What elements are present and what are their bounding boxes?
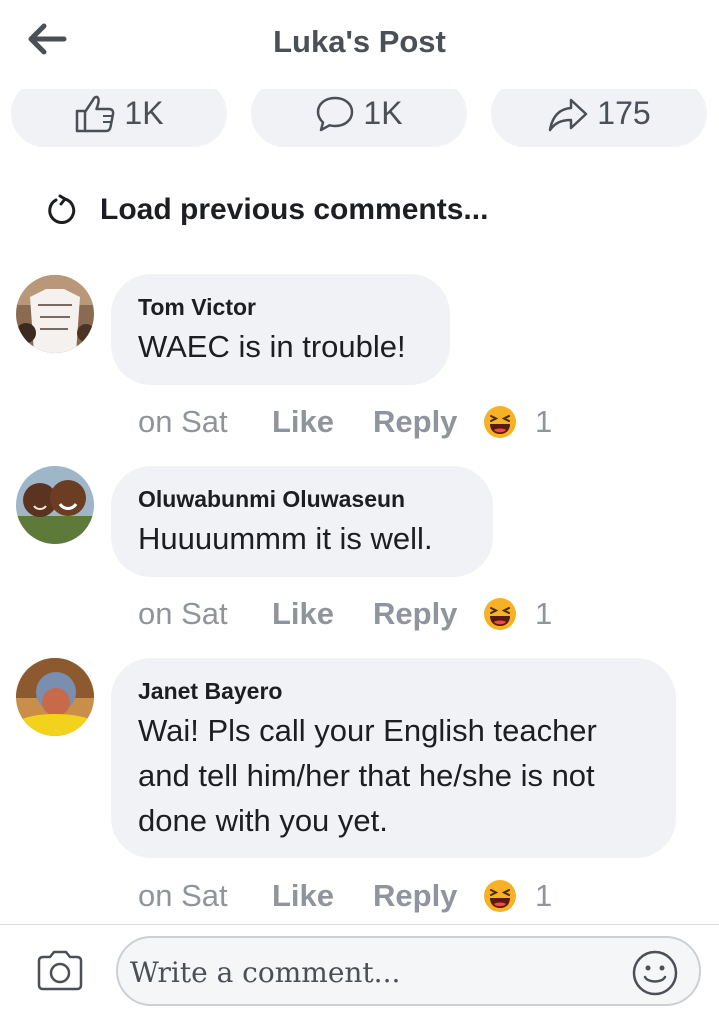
comment-text-line: Wai! Pls call your English teacher: [138, 713, 597, 748]
reply-button[interactable]: Reply: [373, 596, 483, 632]
comment-text: Wai! Pls call your English teacher and t…: [138, 708, 649, 843]
comment-bubble: Oluwabunmi Oluwaseun Huuuummm it is well…: [111, 466, 493, 577]
comment-text-line: and tell him/her that he/she is not: [138, 758, 595, 793]
comment-input-container[interactable]: [116, 936, 701, 1006]
camera-button[interactable]: [35, 949, 85, 993]
comment-time: on Sat: [138, 596, 228, 631]
thumbs-up-icon: [76, 95, 115, 132]
avatar-image: [16, 275, 94, 353]
share-count: 175: [597, 95, 651, 131]
like-button[interactable]: Like: [272, 878, 373, 914]
comment-actions: on Sat Like Reply 1: [138, 594, 552, 634]
like-count: 1K: [124, 95, 164, 131]
reply-button[interactable]: Reply: [373, 404, 483, 440]
share-arrow-icon: [549, 98, 588, 131]
reaction-count: 1: [535, 878, 553, 913]
comment-bubble: Janet Bayero Wai! Pls call your English …: [111, 658, 676, 858]
comment-author[interactable]: Oluwabunmi Oluwaseun: [138, 484, 466, 514]
laughing-emoji-icon: [484, 880, 516, 912]
app-header: Luka's Post: [0, 0, 719, 88]
comment-actions: on Sat Like Reply 1: [138, 876, 552, 916]
comment-author[interactable]: Tom Victor: [138, 292, 423, 322]
comment-time: on Sat: [138, 878, 228, 913]
reaction-summary[interactable]: 1: [483, 878, 552, 914]
load-previous-label: Load previous comments...: [100, 193, 489, 226]
comment-count: 1K: [363, 95, 403, 131]
refresh-icon: [48, 194, 76, 225]
comment-input[interactable]: [130, 950, 620, 994]
comment-time: on Sat: [138, 404, 228, 439]
comment-text: Huuuummm it is well.: [138, 521, 433, 556]
comment-text: WAEC is in trouble!: [138, 329, 406, 364]
comment-bubble: Tom Victor WAEC is in trouble!: [111, 274, 450, 385]
emoji-button[interactable]: [630, 948, 680, 998]
laughing-emoji-icon: [484, 598, 516, 630]
avatar-image: [16, 466, 94, 544]
avatar[interactable]: [16, 658, 94, 736]
avatar-image: [16, 658, 94, 736]
comment-author[interactable]: Janet Bayero: [138, 676, 649, 706]
laughing-emoji-icon: [484, 406, 516, 438]
page-title: Luka's Post: [273, 24, 446, 59]
avatar[interactable]: [16, 466, 94, 544]
comment-actions: on Sat Like Reply 1: [138, 402, 552, 442]
comment-composer: [0, 924, 719, 1009]
comment-text-line: done with you yet.: [138, 803, 388, 838]
like-button[interactable]: Like: [272, 404, 373, 440]
like-button[interactable]: Like: [272, 596, 373, 632]
share-count-button[interactable]: 175: [491, 80, 707, 147]
like-count-button[interactable]: 1K: [11, 80, 227, 147]
camera-icon: [37, 950, 83, 991]
comment-count-button[interactable]: 1K: [251, 80, 467, 147]
avatar[interactable]: [16, 275, 94, 353]
reaction-summary[interactable]: 1: [483, 596, 552, 632]
load-previous-comments[interactable]: Load previous comments...: [46, 193, 488, 227]
header-divider-gap: [0, 80, 719, 89]
reaction-count: 1: [535, 404, 553, 439]
reaction-count: 1: [535, 596, 553, 631]
speech-bubble-icon: [317, 96, 354, 131]
reaction-summary[interactable]: 1: [483, 404, 552, 440]
smiley-icon: [632, 950, 678, 996]
reply-button[interactable]: Reply: [373, 878, 483, 914]
